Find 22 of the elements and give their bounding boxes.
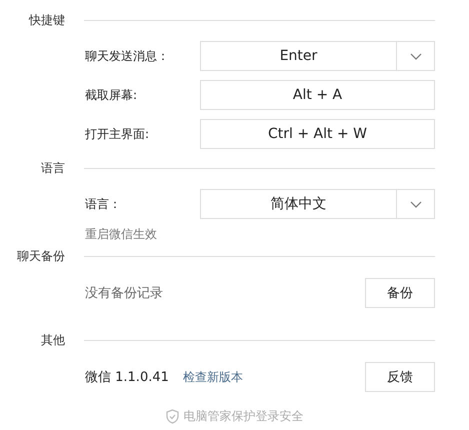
dropdown[interactable]: 简体中文 xyxy=(200,189,435,219)
field-label: 语言： xyxy=(85,196,122,212)
chevron-down-icon xyxy=(410,52,422,60)
section-title: 聊天备份 xyxy=(16,248,65,264)
section-title: 语言 xyxy=(40,160,65,176)
field-label: 聊天发送消息： xyxy=(85,48,170,64)
shortcut-field[interactable]: Alt + A xyxy=(200,80,435,110)
section-title: 快捷键 xyxy=(28,12,65,28)
section-title: 其他 xyxy=(40,332,65,348)
footer-text: 电脑管家保护登录安全 xyxy=(184,408,304,425)
backup-button[interactable]: 备份 xyxy=(365,278,435,308)
shortcut-field[interactable]: Ctrl + Alt + W xyxy=(200,119,435,149)
dropdown[interactable]: Enter xyxy=(200,41,435,71)
hint-text: 重启微信生效 xyxy=(85,226,158,242)
field-label: 打开主界面: xyxy=(85,126,150,142)
version-text: 微信 1.1.0.41 xyxy=(85,369,169,386)
update-link[interactable]: 检查新版本 xyxy=(182,368,243,386)
chevron-down-icon xyxy=(410,200,422,208)
status-text: 没有备份记录 xyxy=(85,285,164,302)
field-label: 截取屏幕: xyxy=(85,86,138,104)
feedback-button[interactable]: 反馈 xyxy=(365,362,435,392)
shield-icon xyxy=(166,409,178,424)
